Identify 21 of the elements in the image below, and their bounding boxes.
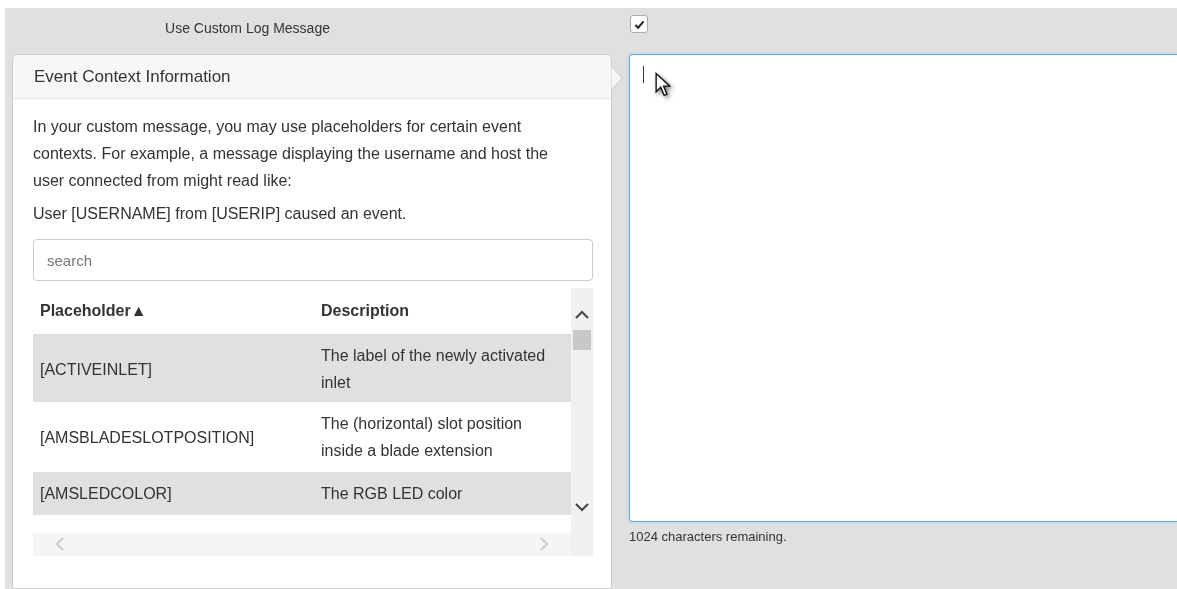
help-text: User [USERNAME] from [USERIP] caused an event. (33, 204, 408, 224)
checkbox[interactable] (630, 15, 648, 33)
table-cell: [AMSLEDCOLOR] (33, 471, 314, 516)
message-field[interactable] (629, 54, 1177, 522)
text-caret (643, 66, 644, 83)
table-cell: The label of the newly activated inlet (314, 335, 571, 403)
horizontal-scrollbar[interactable] (33, 533, 571, 556)
chevron-right-icon[interactable] (539, 537, 549, 551)
character-counter: 1024 characters remaining. (629, 529, 788, 544)
chevron-down-icon[interactable] (575, 502, 589, 512)
search-field[interactable]: search (33, 239, 593, 281)
help-text: In your custom message, you may use placeholders for certain event contexts. For example, a message displaying the username and host the user connected from might read like: (33, 117, 549, 191)
setting-label: Use Custom Log Message (164, 19, 331, 36)
vertical-scrollbar[interactable] (571, 288, 593, 556)
scrollbar-thumb[interactable] (573, 330, 591, 350)
mouse-pointer-icon (655, 72, 671, 98)
chevron-up-icon[interactable] (575, 310, 589, 320)
checkmark-icon (633, 18, 645, 30)
table-cell: The RGB LED color (314, 471, 571, 516)
chevron-left-icon[interactable] (55, 537, 65, 551)
table-cell: [ACTIVEINLET] (33, 335, 314, 403)
